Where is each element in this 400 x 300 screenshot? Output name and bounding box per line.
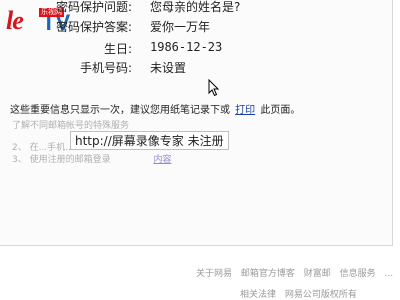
footer-more-link[interactable]: ... (385, 269, 394, 279)
print-link[interactable]: 打印 (235, 105, 255, 116)
faded-line-1: 了解不同邮箱帐号的特殊服务 (12, 121, 130, 131)
logo-le-text: le (6, 6, 24, 35)
mouse-cursor-icon (208, 79, 220, 97)
footer-about-link[interactable]: 关于网易 (196, 269, 232, 279)
faded-content-link[interactable]: 内容 (153, 155, 171, 165)
notice-before: 这些重要信息只显示一次，建议您用纸笔记录下或 (10, 105, 230, 116)
footer-legal-link[interactable]: 相关法律 (240, 290, 276, 300)
security-answer-value: 爱你一万年 (150, 20, 211, 34)
footer-service-link[interactable]: 信息服务 (340, 269, 376, 279)
footer-blog-link[interactable]: 邮箱官方博客 (241, 269, 295, 279)
phone-value: 未设置 (150, 61, 187, 75)
birthday-value: 1986-12-23 (150, 40, 223, 54)
security-question-label: 密码保护问题: (55, 0, 132, 14)
security-answer-label: 密码保护答案: (55, 20, 132, 34)
account-info-panel: le TV 乐视网 密码保护问题: 您母亲的姓名是? 密码保护答案: 爱你一万年… (0, 0, 393, 246)
notice-after: 此页面。 (260, 105, 301, 116)
footer-copyright: 网易公司版权所有 (284, 290, 357, 300)
security-question-value: 您母亲的姓名是? (150, 0, 241, 14)
footer-money-link[interactable]: 财富邮 (304, 269, 331, 279)
birthday-label: 生日: (103, 42, 132, 56)
footer-links-row1: 关于网易 邮箱官方博客 财富邮 信息服务 ... (196, 266, 399, 279)
notice-text: 这些重要信息只显示一次，建议您用纸笔记录下或 打印 此页面。 (10, 101, 300, 116)
faded-line-3: 3、 使用注册的邮箱登录 内容 (12, 152, 171, 165)
faded-line-3-text: 3、 使用注册的邮箱登录 (12, 155, 111, 165)
recorder-watermark: http://屏幕录像专家 未注册 (70, 131, 229, 150)
phone-label: 手机号码: (79, 61, 132, 75)
footer-links-row2: 相关法律 网易公司版权所有 (240, 287, 363, 300)
